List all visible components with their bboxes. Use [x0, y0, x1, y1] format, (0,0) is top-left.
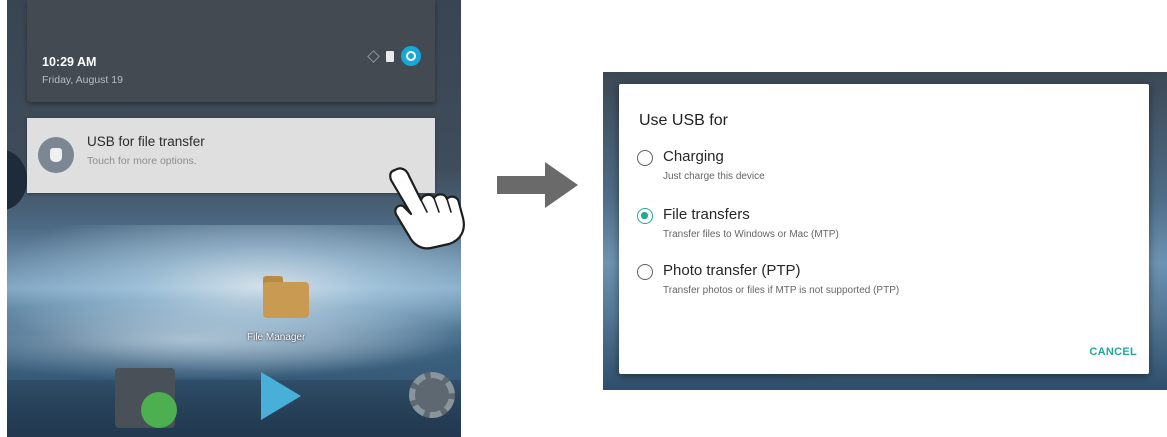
battery-icon [386, 50, 394, 62]
status-time: 10:29 AM [42, 55, 97, 69]
user-icon[interactable] [401, 46, 421, 66]
play-store-icon[interactable] [261, 372, 301, 420]
radio-photo-transfer[interactable] [637, 264, 653, 280]
option-label: File transfers [663, 206, 750, 223]
cancel-button[interactable]: CANCEL [1089, 346, 1137, 358]
hand-pointer-icon [389, 167, 465, 250]
wallpaper-water-lower [7, 300, 461, 380]
usb-icon [38, 137, 74, 173]
option-description: Just charge this device [663, 171, 765, 182]
status-icons [367, 46, 421, 66]
usb-notification[interactable]: USB for file transfer Touch for more opt… [27, 118, 435, 193]
side-edge [7, 150, 27, 210]
option-label: Charging [663, 148, 724, 165]
status-date: Friday, August 19 [42, 74, 123, 86]
option-description: Transfer files to Windows or Mac (MTP) [663, 229, 839, 240]
calculator-badge-icon [141, 392, 177, 428]
phone-screen-right: Use USB for Charging Just charge this de… [603, 72, 1167, 390]
radio-charging[interactable] [637, 150, 653, 166]
notification-title: USB for file transfer [87, 134, 205, 149]
file-manager-label: File Manager [247, 332, 306, 343]
file-manager-icon[interactable] [257, 268, 317, 328]
option-description: Transfer photos or files if MTP is not s… [663, 285, 900, 296]
dialog-title: Use USB for [639, 112, 728, 129]
arrow-right-icon [497, 162, 578, 208]
option-label: Photo transfer (PTP) [663, 262, 801, 279]
signal-icon [367, 49, 380, 63]
radio-file-transfers[interactable] [637, 208, 653, 224]
use-usb-dialog: Use USB for Charging Just charge this de… [619, 84, 1149, 374]
dock-area [7, 380, 461, 437]
quick-settings-header: 10:29 AM Friday, August 19 [27, 0, 435, 102]
settings-gear-icon[interactable] [409, 372, 455, 418]
notification-subtitle: Touch for more options. [87, 155, 197, 167]
